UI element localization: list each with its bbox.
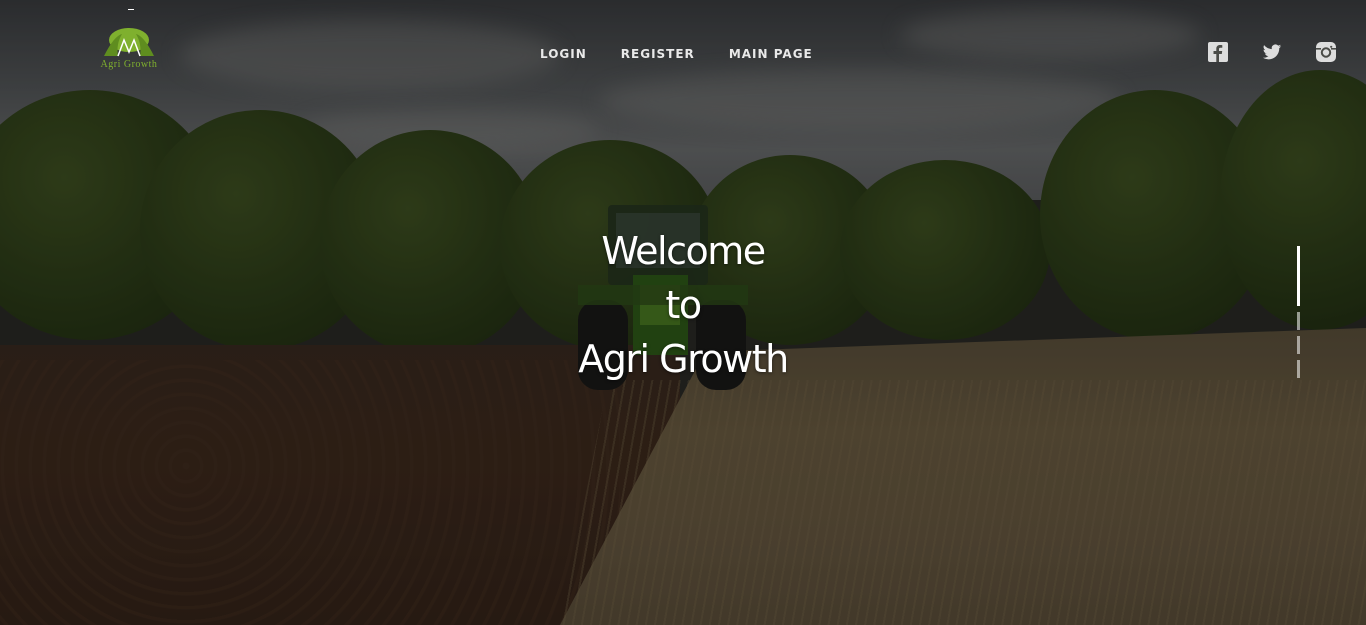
nav-login[interactable]: LOGIN (540, 44, 587, 64)
nav-register[interactable]: REGISTER (621, 44, 695, 64)
hero-section: Agri Growth LOGIN REGISTER MAIN PAGE Wel… (0, 0, 1366, 625)
hero-title: Welcome to Agri Growth (483, 224, 883, 386)
hero-title-line1: Welcome (601, 229, 766, 273)
slide-dot-1[interactable] (1297, 246, 1300, 306)
logo-text: Agri Growth (100, 59, 158, 70)
slide-dot-2[interactable] (1297, 312, 1300, 330)
main-nav: LOGIN REGISTER MAIN PAGE (540, 44, 813, 64)
instagram-icon[interactable] (1316, 42, 1336, 62)
nav-main-page[interactable]: MAIN PAGE (729, 44, 813, 64)
slide-dot-4[interactable] (1297, 360, 1300, 378)
hero-title-line3: Agri Growth (578, 337, 789, 381)
leaf-logo-icon (104, 28, 154, 57)
slide-dot-3[interactable] (1297, 336, 1300, 354)
logo-tick (128, 9, 134, 10)
hero-title-line2: to (665, 283, 702, 327)
facebook-icon[interactable] (1208, 42, 1228, 62)
slide-indicator (1296, 246, 1302, 382)
logo[interactable]: Agri Growth (74, 26, 184, 74)
twitter-icon[interactable] (1262, 42, 1282, 62)
